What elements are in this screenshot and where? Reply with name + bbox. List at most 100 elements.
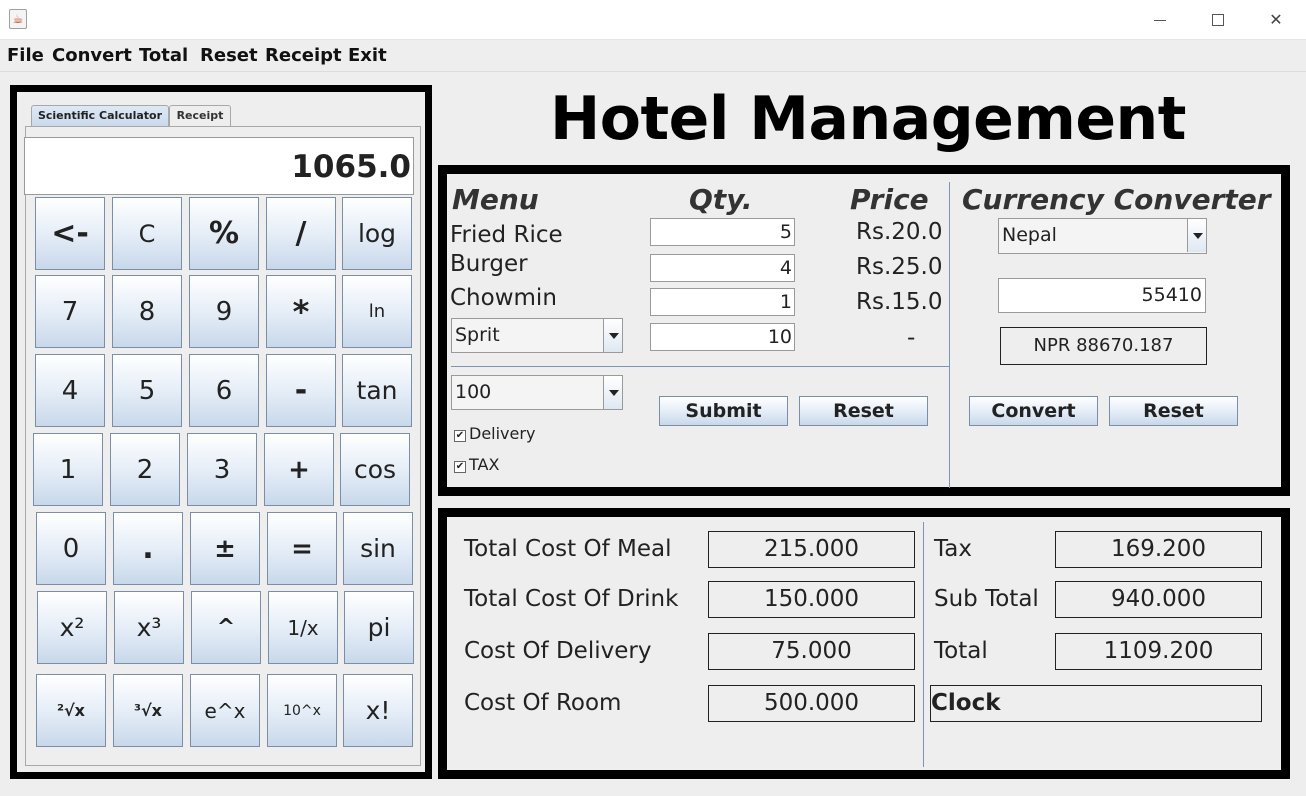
- sin-button[interactable]: sin: [343, 512, 413, 585]
- cost-of-room-label: Cost Of Room: [464, 690, 622, 716]
- convert-button[interactable]: Convert: [969, 396, 1098, 426]
- chowmin-qty-input[interactable]: 1: [650, 288, 795, 316]
- equals-button[interactable]: =: [267, 512, 337, 585]
- menu-convert[interactable]: Convert: [52, 45, 132, 66]
- log-button[interactable]: log: [342, 197, 412, 270]
- digit-9-button[interactable]: 9: [189, 275, 259, 348]
- reciprocal-button[interactable]: 1/x: [268, 591, 338, 664]
- exp-button[interactable]: e^x: [190, 674, 260, 747]
- menu-file[interactable]: File: [7, 45, 44, 66]
- order-divider-horizontal: [451, 366, 949, 367]
- tax-total-value: 169.200: [1055, 531, 1262, 568]
- drink-price: -: [907, 325, 916, 351]
- total-label: Total: [934, 638, 988, 664]
- tan-button[interactable]: tan: [342, 354, 412, 427]
- menu-receipt[interactable]: Receipt: [265, 45, 342, 66]
- close-icon: ✕: [1269, 10, 1283, 29]
- tax-checkbox[interactable]: ✔ TAX: [454, 455, 499, 474]
- currency-converter-header: Currency Converter: [962, 183, 1271, 216]
- clock-display: Clock: [930, 685, 1262, 722]
- menu-total[interactable]: Total: [139, 45, 188, 66]
- digit-6-button[interactable]: 6: [189, 354, 259, 427]
- ln-button[interactable]: ln: [342, 275, 412, 348]
- digit-0-button[interactable]: 0: [36, 512, 106, 585]
- maximize-button[interactable]: [1198, 6, 1238, 34]
- digit-4-button[interactable]: 4: [35, 354, 105, 427]
- total-cost-of-drink-value: 150.000: [708, 581, 915, 618]
- qty-header: Qty.: [689, 183, 753, 216]
- clear-button[interactable]: C: [112, 197, 182, 270]
- room-select-value: 100: [455, 381, 492, 403]
- menu-header: Menu: [452, 183, 539, 216]
- chevron-down-icon[interactable]: [603, 376, 622, 409]
- decimal-button[interactable]: .: [113, 512, 183, 585]
- factorial-button[interactable]: x!: [343, 674, 413, 747]
- cos-button[interactable]: cos: [340, 433, 410, 506]
- tab-receipt[interactable]: Receipt: [169, 105, 231, 126]
- percent-button[interactable]: %: [189, 197, 259, 270]
- item-fried-rice: Fried Rice: [450, 222, 563, 248]
- digit-1-button[interactable]: 1: [33, 433, 103, 506]
- burger-qty-input[interactable]: 4: [650, 254, 795, 282]
- menu-exit[interactable]: Exit: [348, 45, 387, 66]
- calculator-display[interactable]: 1065.0: [24, 137, 414, 195]
- cost-of-delivery-label: Cost Of Delivery: [464, 638, 652, 664]
- room-select[interactable]: 100: [451, 375, 623, 410]
- total-value: 1109.200: [1055, 633, 1262, 670]
- window-titlebar: ☕ ✕: [0, 0, 1306, 40]
- digit-3-button[interactable]: 3: [187, 433, 257, 506]
- sub-total-label: Sub Total: [934, 586, 1039, 612]
- drink-select[interactable]: Sprit: [451, 318, 623, 353]
- plus-minus-button[interactable]: ±: [190, 512, 260, 585]
- totals-divider: [923, 522, 924, 767]
- minimize-button[interactable]: [1140, 6, 1180, 34]
- order-panel: Menu Qty. Price Currency Converter Fried…: [438, 165, 1290, 496]
- cube-button[interactable]: x³: [114, 591, 184, 664]
- pi-button[interactable]: pi: [344, 591, 414, 664]
- price-header: Price: [850, 183, 929, 216]
- digit-5-button[interactable]: 5: [112, 354, 182, 427]
- total-cost-of-meal-label: Total Cost Of Meal: [464, 536, 672, 562]
- square-button[interactable]: x²: [37, 591, 107, 664]
- power-button[interactable]: ^: [191, 591, 261, 664]
- delivery-checkbox[interactable]: ✔ Delivery: [454, 424, 535, 443]
- drink-select-value: Sprit: [455, 324, 500, 346]
- digit-7-button[interactable]: 7: [35, 275, 105, 348]
- fried-rice-qty-input[interactable]: 5: [650, 218, 795, 246]
- multiply-button[interactable]: *: [266, 275, 336, 348]
- totals-panel: Total Cost Of Meal Total Cost Of Drink C…: [438, 508, 1290, 779]
- converter-reset-button[interactable]: Reset: [1109, 396, 1238, 426]
- menubar: File Convert Total Reset Receipt Exit: [0, 40, 1306, 72]
- country-select[interactable]: Nepal: [998, 218, 1207, 254]
- page-title: Hotel Management System: [550, 84, 1186, 226]
- tab-scientific-calculator[interactable]: Scientific Calculator: [31, 105, 169, 126]
- cube-root-button[interactable]: ³√x: [113, 674, 183, 747]
- backspace-button[interactable]: <-: [35, 197, 105, 270]
- menu-reset[interactable]: Reset: [200, 45, 258, 66]
- java-app-icon: ☕: [9, 9, 27, 29]
- cost-of-delivery-value: 75.000: [708, 633, 915, 670]
- chowmin-price: Rs.15.0: [856, 289, 943, 315]
- total-cost-of-drink-label: Total Cost Of Drink: [464, 586, 679, 612]
- chevron-down-icon[interactable]: [603, 319, 622, 352]
- minus-button[interactable]: -: [266, 354, 336, 427]
- minimize-icon: [1154, 20, 1166, 21]
- total-cost-of-meal-value: 215.000: [708, 531, 915, 568]
- calculator-panel: Scientific Calculator Receipt 1065.0 <- C…: [10, 85, 432, 779]
- digit-8-button[interactable]: 8: [112, 275, 182, 348]
- digit-2-button[interactable]: 2: [110, 433, 180, 506]
- currency-amount-input[interactable]: 55410: [998, 278, 1206, 313]
- order-divider-vertical: [949, 182, 950, 488]
- item-burger: Burger: [450, 251, 528, 277]
- submit-button[interactable]: Submit: [659, 396, 788, 426]
- cost-of-room-value: 500.000: [708, 685, 915, 722]
- divide-button[interactable]: /: [266, 197, 336, 270]
- chevron-down-icon[interactable]: [1187, 219, 1206, 252]
- item-chowmin: Chowmin: [450, 285, 557, 311]
- square-root-button[interactable]: ²√x: [36, 674, 106, 747]
- drink-qty-input[interactable]: 10: [650, 323, 795, 351]
- close-button[interactable]: ✕: [1256, 6, 1296, 34]
- order-reset-button[interactable]: Reset: [799, 396, 928, 426]
- ten-power-button[interactable]: 10^x: [267, 674, 337, 747]
- plus-button[interactable]: +: [264, 433, 334, 506]
